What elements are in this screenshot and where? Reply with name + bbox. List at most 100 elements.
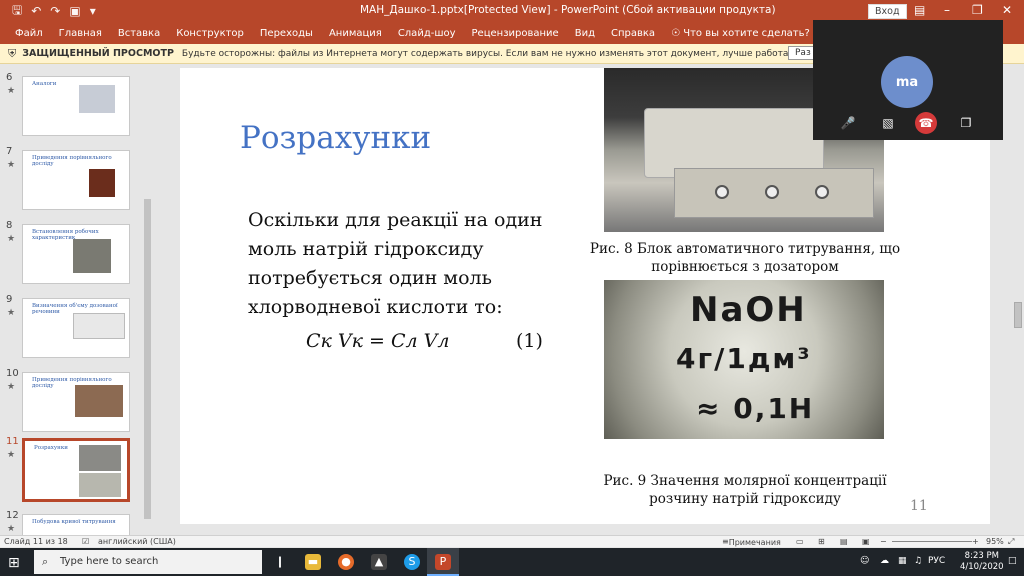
star-icon: ★ — [7, 382, 16, 392]
customize-icon[interactable]: ▾ — [90, 4, 96, 18]
signin-button[interactable]: Вход — [868, 4, 907, 19]
slide-title[interactable]: Розрахунки — [240, 120, 431, 156]
body-line: потребується один моль — [248, 267, 492, 289]
thumbnail-image: Побудова кривої титрування — [22, 514, 130, 535]
tab-design[interactable]: Конструктор — [176, 28, 244, 39]
file-explorer-icon[interactable]: ▬ — [305, 554, 321, 570]
tab-review[interactable]: Рецензирование — [472, 28, 559, 39]
star-icon: ★ — [7, 86, 16, 96]
zoom-slider[interactable] — [892, 541, 972, 542]
thumbnail-image: Приведення порівняльного досліду — [22, 150, 130, 210]
ribbon-display-icon[interactable]: ▤ — [914, 3, 925, 17]
thumbnail-image: Визначення об'єму дозованої речовини — [22, 298, 130, 358]
thumbnail-title: Приведення порівняльного досліду — [32, 155, 112, 167]
slide-sorter-icon[interactable]: ⊞ — [818, 537, 825, 546]
handwritten-label: ≈ 0,1Н — [696, 392, 815, 425]
language-indicator[interactable]: РУС — [928, 556, 945, 566]
star-icon: ★ — [7, 524, 16, 534]
popout-icon[interactable]: ❐ — [955, 112, 977, 134]
minimize-icon[interactable]: – — [944, 3, 950, 17]
notes-button[interactable]: ≡ Примечания — [722, 537, 781, 547]
thumbnail-number: 12 — [6, 510, 19, 521]
tab-view[interactable]: Вид — [575, 28, 595, 39]
tab-transitions[interactable]: Переходы — [260, 28, 313, 39]
caption-line: Рис. 9 Значення молярної концентрації — [603, 473, 887, 489]
skype-icon[interactable]: S — [404, 554, 420, 570]
fit-to-window-icon[interactable]: ⤢ — [1008, 537, 1014, 547]
thumbnail-image: Приведення порівняльного досліду — [22, 372, 130, 432]
save-icon[interactable]: 🖫 — [12, 1, 22, 22]
slide-thumbnails-pane: 6 ★ Аналоги 7 ★ Приведення порівняльного… — [0, 64, 142, 535]
knob-icon — [765, 185, 779, 199]
body-line: Оскільки для реакції на один — [248, 209, 543, 231]
formula[interactable]: Cк Vк = Cл Vл — [306, 330, 449, 352]
powerpoint-icon[interactable]: P — [435, 554, 451, 570]
hangup-icon[interactable]: ☎ — [915, 112, 937, 134]
thumbnail-picture — [79, 85, 115, 113]
slide-scrollbar[interactable] — [1012, 64, 1024, 535]
slideshow-icon[interactable]: ▣ — [69, 4, 80, 18]
thumbnail-picture — [79, 473, 121, 497]
thumbnail-number: 7 — [6, 146, 13, 157]
restore-icon[interactable]: ❐ — [972, 3, 983, 17]
thumbnail-title: Побудова кривої титрування — [32, 519, 116, 525]
caption-line: Рис. 8 Блок автоматичного титрування, що — [589, 241, 901, 257]
task-view-icon[interactable]: ❙ — [272, 554, 288, 570]
notifications-icon[interactable]: □ — [1008, 556, 1017, 566]
redo-icon[interactable]: ↷ — [50, 4, 60, 18]
tab-slideshow[interactable]: Слайд-шоу — [398, 28, 456, 39]
close-icon[interactable]: ✕ — [1002, 3, 1012, 17]
formula-number: (1) — [516, 330, 543, 352]
network-icon[interactable]: ▦ — [898, 556, 907, 566]
tab-animations[interactable]: Анимация — [329, 28, 382, 39]
slideshow-view-icon[interactable]: ▣ — [862, 537, 870, 546]
system-clock[interactable]: 8:23 PM 4/10/2020 — [960, 551, 1004, 573]
tab-help[interactable]: Справка — [611, 28, 655, 39]
normal-view-icon[interactable]: ▭ — [796, 537, 804, 546]
caption-line: розчину натрій гідроксиду — [649, 491, 841, 507]
knob-icon — [715, 185, 729, 199]
spellcheck-icon[interactable]: ☑ — [82, 537, 89, 546]
thumbnail-scrollbar[interactable] — [142, 64, 152, 535]
zoom-in-icon[interactable]: + — [972, 537, 979, 546]
firefox-icon[interactable]: ● — [338, 554, 354, 570]
volume-icon[interactable]: ♫ — [914, 556, 922, 566]
camera-off-icon[interactable]: ▧ — [877, 112, 899, 134]
thumbnail-image: Аналоги — [22, 76, 130, 136]
thumbnail-picture — [75, 385, 123, 417]
mic-off-icon[interactable]: 🎤 — [837, 112, 859, 134]
people-icon[interactable]: ☺ — [860, 556, 869, 566]
body-line: хлорводневої кислоти то: — [248, 296, 503, 318]
avatar: ma — [881, 56, 933, 108]
handwritten-label: NaOH — [690, 290, 807, 330]
undo-icon[interactable]: ↶ — [31, 4, 41, 18]
scrollbar-thumb[interactable] — [144, 199, 151, 519]
slide-number: 11 — [910, 498, 928, 514]
thumbnail-number: 8 — [6, 220, 13, 231]
tab-file[interactable]: Файл — [15, 28, 43, 39]
tab-home[interactable]: Главная — [59, 28, 102, 39]
zoom-level[interactable]: 95% — [986, 537, 1004, 546]
scrollbar-thumb[interactable] — [1014, 302, 1022, 328]
reading-view-icon[interactable]: ▤ — [840, 537, 848, 546]
thumbnail-image-selected: Розрахунки — [22, 438, 130, 502]
thumbnail-picture — [79, 445, 121, 471]
language-label[interactable]: английский (США) — [98, 537, 176, 546]
window-title: МАН_Дашко-1.pptx[Protected View] - Power… — [360, 4, 776, 16]
tellme-box[interactable]: ☉ Что вы хотите сделать? — [671, 28, 810, 39]
thumbnail-number: 11 — [6, 436, 19, 447]
search-placeholder: Type here to search — [60, 556, 159, 567]
tab-insert[interactable]: Вставка — [118, 28, 160, 39]
taskbar-search[interactable]: ⌕ Type here to search — [34, 550, 262, 574]
onedrive-icon[interactable]: ☁ — [880, 556, 889, 566]
windows-taskbar: ⊞ ⌕ Type here to search ❙ ▬ ● ▲ S P ☺ ☁ … — [0, 548, 1024, 576]
thumbnail-number: 10 — [6, 368, 19, 379]
zoom-out-icon[interactable]: − — [880, 537, 887, 546]
thumbnail-picture — [89, 169, 115, 197]
windows-start-icon[interactable]: ⊞ — [8, 555, 20, 571]
slide-body-text[interactable]: Оскільки для реакції на один моль натрій… — [248, 206, 548, 322]
star-icon: ★ — [7, 160, 16, 170]
naoh-flask-photo[interactable]: NaOH 4г/1дм³ ≈ 0,1Н — [604, 280, 884, 439]
photos-icon[interactable]: ▲ — [371, 554, 387, 570]
thumbnail-title: Аналоги — [32, 81, 57, 87]
